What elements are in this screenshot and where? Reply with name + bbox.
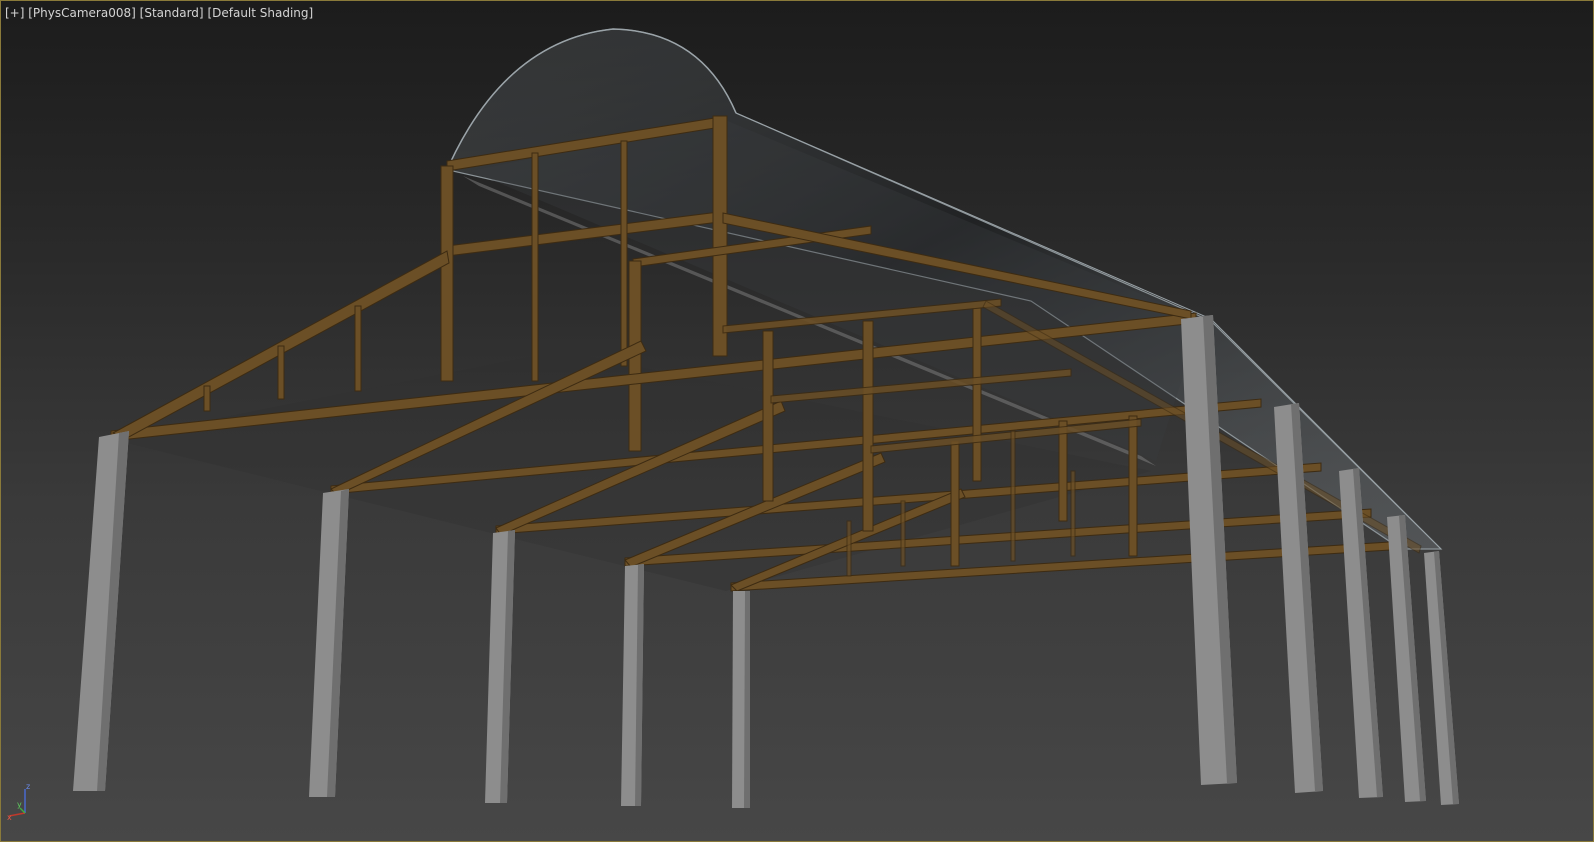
viewport-menu-button[interactable]: [+] (5, 6, 24, 20)
viewport-mode-label[interactable]: [Standard] (140, 6, 204, 20)
x-axis-label: x (7, 813, 12, 821)
column[interactable] (73, 431, 129, 791)
viewport-camera-label[interactable]: [PhysCamera008] (28, 6, 136, 20)
scene-render[interactable] (1, 1, 1593, 841)
viewport-shading-label[interactable]: [Default Shading] (207, 6, 313, 20)
column[interactable] (1387, 515, 1426, 802)
y-axis-label: y (17, 800, 22, 809)
viewport-label-bar: [+] [PhysCamera008] [Standard] [Default … (5, 6, 313, 20)
z-axis-label: z (26, 783, 30, 791)
column[interactable] (1424, 551, 1459, 805)
column[interactable] (732, 591, 750, 808)
axis-gizmo: z y x (7, 783, 30, 821)
column[interactable] (485, 530, 515, 803)
column[interactable] (621, 564, 644, 806)
3d-viewport[interactable]: [+] [PhysCamera008] [Standard] [Default … (0, 0, 1594, 842)
column[interactable] (309, 489, 349, 797)
